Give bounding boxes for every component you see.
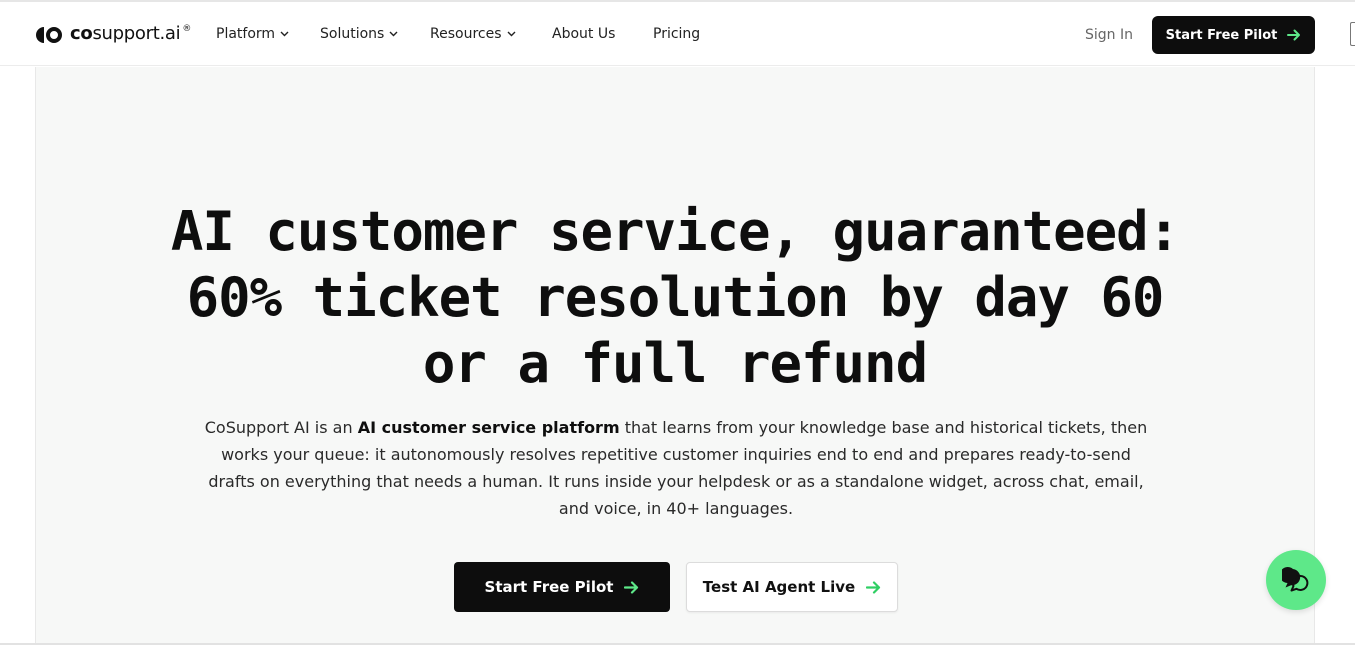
nav-item-pricing[interactable]: Pricing xyxy=(653,26,700,42)
top-navbar: cosupport.ai ® Platform Solutions Resourc… xyxy=(0,2,1355,66)
nav-item-resources[interactable]: Resources xyxy=(430,26,516,42)
description-highlight: AI customer service platform xyxy=(357,418,620,437)
hero-title-line: 60% ticket resolution by day 60 xyxy=(186,266,1165,329)
start-free-pilot-button[interactable]: Start Free Pilot xyxy=(454,562,670,612)
description-text: CoSupport AI is an xyxy=(204,418,358,437)
hero-section: AI customer service, guaranteed: 60% tic… xyxy=(35,67,1315,645)
button-label: Start Free Pilot xyxy=(1165,27,1278,43)
scrollbar[interactable] xyxy=(1350,22,1355,46)
nav-item-platform[interactable]: Platform xyxy=(216,26,289,42)
nav-item-label: Solutions xyxy=(320,26,385,42)
start-free-pilot-nav-button[interactable]: Start Free Pilot xyxy=(1152,16,1315,54)
arrow-right-icon xyxy=(1287,29,1301,41)
chevron-down-icon xyxy=(389,31,398,37)
chevron-down-icon xyxy=(507,31,515,37)
nav-item-label: About Us xyxy=(552,26,616,42)
nav-item-label: Platform xyxy=(216,26,276,42)
logo-wordmark: cosupport.ai ® xyxy=(70,22,192,44)
logo-mark-icon xyxy=(36,27,62,43)
chat-widget-button[interactable] xyxy=(1266,550,1326,610)
hero-title-line: or a full refund xyxy=(422,332,928,395)
chat-bubbles-icon xyxy=(1282,567,1309,592)
hero-title: AI customer service, guaranteed: 60% tic… xyxy=(36,199,1314,397)
nav-item-label: Pricing xyxy=(653,26,701,42)
nav-item-solutions[interactable]: Solutions xyxy=(320,26,398,42)
arrow-right-icon xyxy=(624,580,639,594)
sign-in-link[interactable]: Sign In xyxy=(1085,27,1133,43)
test-ai-agent-live-button[interactable]: Test AI Agent Live xyxy=(686,562,898,612)
arrow-right-icon xyxy=(866,580,881,594)
chevron-down-icon xyxy=(280,31,289,37)
nav-item-label: Resources xyxy=(430,26,502,42)
nav-item-about-us[interactable]: About Us xyxy=(552,26,615,42)
button-label: Test AI Agent Live xyxy=(702,578,856,596)
hero-description: CoSupport AI is an AI customer service p… xyxy=(201,414,1151,522)
hero-title-line: AI customer service, guaranteed: xyxy=(170,200,1180,263)
logo[interactable]: cosupport.ai ® xyxy=(35,22,192,46)
button-label: Start Free Pilot xyxy=(484,578,614,596)
